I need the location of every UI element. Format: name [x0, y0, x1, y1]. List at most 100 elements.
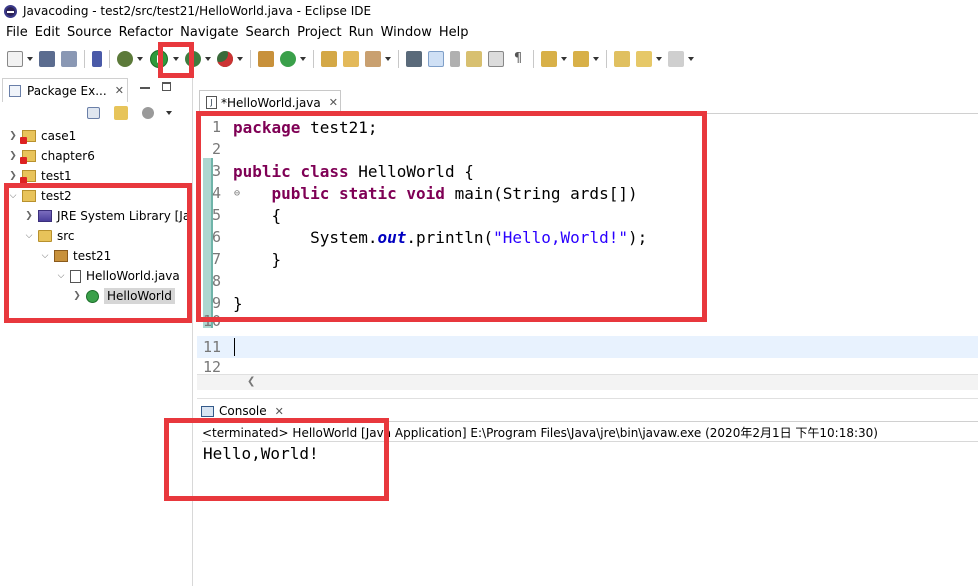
static-field: out: [377, 227, 407, 247]
view-menu-icon[interactable]: [166, 111, 172, 115]
package-explorer-icon: [9, 84, 21, 97]
expand-icon[interactable]: ❯: [8, 151, 18, 161]
menu-file[interactable]: File: [4, 25, 33, 40]
show-whitespace-icon[interactable]: [466, 51, 482, 67]
code-fragment: test21;: [300, 117, 378, 137]
filters-icon[interactable]: [142, 107, 154, 119]
menu-project[interactable]: Project: [295, 25, 346, 40]
previous-annotation-icon[interactable]: [573, 51, 589, 67]
console-output[interactable]: Hello,World!: [203, 444, 319, 463]
block-selection-icon[interactable]: [450, 51, 460, 67]
menu-search[interactable]: Search: [243, 25, 295, 40]
search-icon[interactable]: [365, 51, 381, 67]
code-line: 10: [197, 314, 978, 328]
menu-bar: File Edit Source Refactor Navigate Searc…: [0, 22, 978, 43]
next-annotation-icon[interactable]: [541, 51, 557, 67]
tree-item-test21[interactable]: ⌵ test21: [0, 246, 193, 266]
forward-icon[interactable]: [668, 51, 684, 67]
expand-icon[interactable]: ❯: [8, 171, 18, 181]
line-number: 6: [211, 228, 221, 246]
source-folder-icon: [38, 230, 52, 242]
editor-tab-helloworld[interactable]: J *HelloWorld.java ✕: [199, 90, 341, 114]
line-number: 4: [211, 184, 221, 202]
menu-edit[interactable]: Edit: [33, 25, 65, 40]
tree-item-test2[interactable]: ⌵ test2: [0, 186, 193, 206]
open-type-icon[interactable]: [321, 51, 337, 67]
console-tab-bar: Console ✕: [197, 398, 978, 422]
annotation-icon[interactable]: [428, 51, 444, 67]
tree-item-case1[interactable]: ❯ case1: [0, 126, 193, 146]
tree-item-chapter6[interactable]: ❯ chapter6: [0, 146, 193, 166]
menu-window[interactable]: Window: [379, 25, 437, 40]
save-all-icon[interactable]: [61, 51, 77, 67]
forward-dropdown-icon[interactable]: [688, 57, 694, 61]
coverage-dropdown-icon[interactable]: [205, 57, 211, 61]
back-icon[interactable]: [636, 51, 652, 67]
coverage-icon[interactable]: [185, 51, 201, 67]
new-class-dropdown-icon[interactable]: [300, 57, 306, 61]
package-explorer-panel: Package Ex... ✕ ❯ case1 ❯ chapter6 ❯ tes…: [0, 76, 193, 586]
run-icon[interactable]: [150, 50, 168, 68]
code-editor[interactable]: 1 package test21; 2 3 public class Hello…: [197, 114, 978, 374]
scroll-left-icon[interactable]: ❮: [247, 376, 255, 387]
tree-item-helloworld-java[interactable]: ⌵ HelloWorld.java: [0, 266, 193, 286]
code-line: 7 }: [197, 248, 978, 270]
tree-item-jre-library[interactable]: ❯ JRE System Library [Ja: [0, 206, 193, 226]
tree-item-test1[interactable]: ❯ test1: [0, 166, 193, 186]
package-explorer-tab[interactable]: Package Ex... ✕: [2, 78, 128, 102]
close-icon[interactable]: ✕: [275, 405, 284, 418]
menu-run[interactable]: Run: [347, 25, 379, 40]
expand-icon[interactable]: ❯: [72, 291, 82, 301]
pilcrow-icon[interactable]: ¶: [510, 51, 526, 67]
debug-dropdown-icon[interactable]: [137, 57, 143, 61]
tree-item-src[interactable]: ⌵ src: [0, 226, 193, 246]
menu-help[interactable]: Help: [437, 25, 474, 40]
java-file-icon: [70, 269, 81, 283]
previous-annotation-dropdown-icon[interactable]: [593, 57, 599, 61]
new-dropdown-icon[interactable]: [27, 57, 33, 61]
word-wrap-icon[interactable]: [488, 51, 504, 67]
search-dropdown-icon[interactable]: [385, 57, 391, 61]
external-tools-icon[interactable]: [217, 51, 233, 67]
editor-horizontal-scrollbar[interactable]: ❮: [197, 374, 978, 390]
line-number: 5: [211, 206, 221, 224]
menu-source[interactable]: Source: [65, 25, 117, 40]
code-line: 6 System.out.println("Hello,World!");: [197, 226, 978, 248]
open-task-icon[interactable]: [343, 51, 359, 67]
toolbar-separator: [84, 50, 85, 68]
new-class-icon[interactable]: [280, 51, 296, 67]
expand-icon[interactable]: ❯: [24, 211, 34, 221]
collapse-icon[interactable]: ⌵: [8, 191, 18, 201]
fold-collapse-icon[interactable]: ⊖: [234, 188, 240, 199]
tree-item-helloworld-class[interactable]: ❯ HelloWorld: [0, 286, 193, 306]
external-tools-dropdown-icon[interactable]: [237, 57, 243, 61]
menu-navigate[interactable]: Navigate: [178, 25, 243, 40]
save-icon[interactable]: [39, 51, 55, 67]
minimize-icon[interactable]: [140, 87, 150, 89]
code-line: 12: [197, 360, 978, 374]
toolbar-separator: [313, 50, 314, 68]
link-with-editor-icon[interactable]: [114, 106, 128, 120]
new-icon[interactable]: [7, 51, 23, 67]
tree-item-label: chapter6: [41, 149, 95, 163]
menu-refactor[interactable]: Refactor: [117, 25, 179, 40]
run-dropdown-icon[interactable]: [173, 57, 179, 61]
pin-icon[interactable]: [92, 51, 102, 67]
debug-icon[interactable]: [117, 51, 133, 67]
keyword: package: [233, 117, 301, 137]
last-edit-icon[interactable]: [614, 51, 630, 67]
collapse-icon[interactable]: ⌵: [40, 251, 50, 261]
new-java-project-icon[interactable]: [258, 51, 274, 67]
next-annotation-dropdown-icon[interactable]: [561, 57, 567, 61]
console-status: <terminated> HelloWorld [Java Applicatio…: [202, 426, 878, 440]
close-icon[interactable]: ✕: [115, 84, 124, 97]
close-icon[interactable]: ✕: [329, 96, 338, 109]
back-dropdown-icon[interactable]: [656, 57, 662, 61]
collapse-all-icon[interactable]: [87, 107, 100, 119]
maximize-icon[interactable]: [162, 82, 171, 91]
expand-icon[interactable]: ❯: [8, 131, 18, 141]
collapse-icon[interactable]: ⌵: [56, 271, 66, 281]
collapse-icon[interactable]: ⌵: [24, 231, 34, 241]
console-tab[interactable]: Console ✕: [201, 401, 284, 421]
toggle-mark-icon[interactable]: [406, 51, 422, 67]
